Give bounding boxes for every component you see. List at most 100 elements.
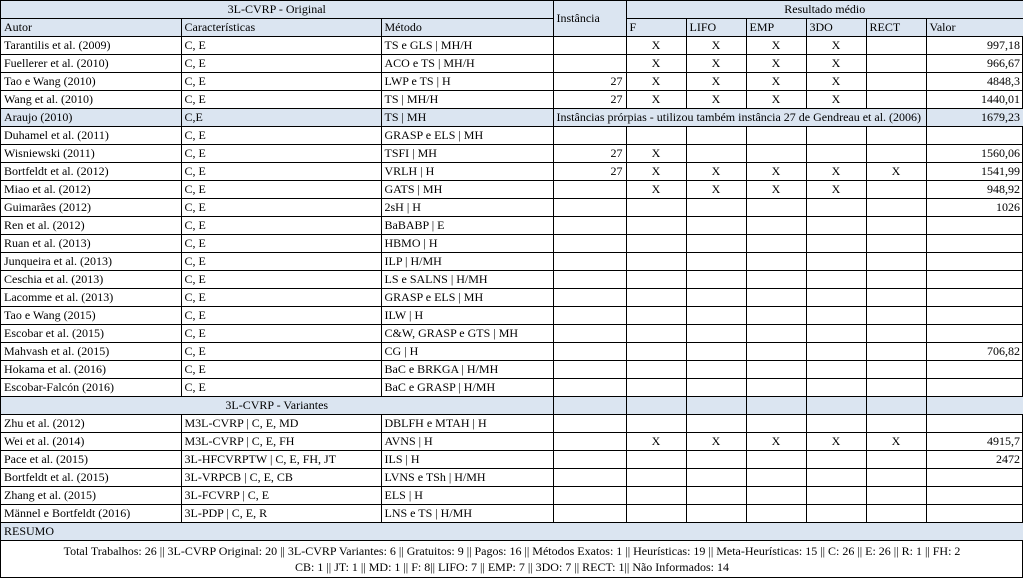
cell-rect: [866, 145, 926, 163]
cell-autor: Bortfeldt et al. (2012): [1, 163, 181, 181]
cell-valor: 4848,3: [926, 73, 1023, 91]
cell-emp: [746, 379, 806, 397]
cell-autor: Araujo (2010): [1, 109, 181, 127]
cell-tdo: [806, 451, 866, 469]
cell-metodo: VRLH | H: [381, 163, 553, 181]
table-row: Zhang et al. (2015)3L-FCVRP | C, EELS | …: [1, 487, 1023, 505]
cell-f: X: [626, 433, 686, 451]
cell-lifo: [686, 235, 746, 253]
cell-tdo: [806, 127, 866, 145]
cell-rect: [866, 217, 926, 235]
cell-caracteristicas: C, E: [181, 55, 381, 73]
cell-rect: [866, 271, 926, 289]
cell-instancia: [553, 289, 626, 307]
cell-f: [626, 505, 686, 523]
cell-metodo: GATS | MH: [381, 181, 553, 199]
cell-lifo: [686, 379, 746, 397]
cell-instancia: [553, 37, 626, 55]
cell-autor: Ren et al. (2012): [1, 217, 181, 235]
cell-caracteristicas: C, E: [181, 199, 381, 217]
table-row: Männel e Bortfeldt (2016)3L-PDP | C, E, …: [1, 505, 1023, 523]
column-header-row: Autor Características Método F LIFO EMP …: [1, 19, 1023, 37]
table-row: Tarantilis et al. (2009)C, ETS e GLS | M…: [1, 37, 1023, 55]
cell-instancia: [553, 361, 626, 379]
cell-instancia: [553, 235, 626, 253]
cell-rect: [866, 199, 926, 217]
cell-valor: 706,82: [926, 343, 1023, 361]
cell-lifo: [686, 487, 746, 505]
cell-lifo: [686, 451, 746, 469]
table-row: Tao e Wang (2015)C, EILW | H: [1, 307, 1023, 325]
cell-valor: [926, 361, 1023, 379]
cell-autor: Bortfeldt et al. (2015): [1, 469, 181, 487]
cell-autor: Männel e Bortfeldt (2016): [1, 505, 181, 523]
cell-emp: [746, 505, 806, 523]
table-row: Mahvash et al. (2015)C, ECG | H706,82: [1, 343, 1023, 361]
cell-rect: [866, 91, 926, 109]
cell-lifo: [686, 361, 746, 379]
cell-instancia: [553, 505, 626, 523]
cell-emp: [746, 325, 806, 343]
cell-caracteristicas: C, E: [181, 235, 381, 253]
cell-emp: [746, 145, 806, 163]
cell-lifo: [686, 217, 746, 235]
cell-emp: [746, 127, 806, 145]
cell-valor: [926, 307, 1023, 325]
table-row: Araujo (2010)C,ETS | MHInstâncias prórpi…: [1, 109, 1023, 127]
cell-metodo: LS e SALNS | H/MH: [381, 271, 553, 289]
resumo-row: RESUMO: [1, 523, 1023, 541]
cell-caracteristicas: C, E: [181, 379, 381, 397]
cell-emp: [746, 307, 806, 325]
cell-emp: [746, 451, 806, 469]
cell-valor: 1679,23: [926, 109, 1023, 127]
cell-emp: [746, 235, 806, 253]
cell-lifo: [686, 415, 746, 433]
cell-autor: Escobar et al. (2015): [1, 325, 181, 343]
cell-emp: [746, 253, 806, 271]
cell-rect: [866, 307, 926, 325]
table-row: Zhu et al. (2012)M3L-CVRP | C, E, MDDBLF…: [1, 415, 1023, 433]
table-row: Ren et al. (2012)C, EBaBABP | E: [1, 217, 1023, 235]
cell-rect: [866, 487, 926, 505]
cell-rect: X: [866, 163, 926, 181]
cell-instancia: 27: [553, 163, 626, 181]
cell-valor: 1440,01: [926, 91, 1023, 109]
cell-lifo: [686, 307, 746, 325]
cell-autor: Mahvash et al. (2015): [1, 343, 181, 361]
cell-valor: [926, 415, 1023, 433]
cell-caracteristicas: C, E: [181, 145, 381, 163]
cell-tdo: [806, 271, 866, 289]
table-row: Lacomme et al. (2013)C, EGRASP e ELS | M…: [1, 289, 1023, 307]
cell-metodo: ELS | H: [381, 487, 553, 505]
cell-f: [626, 307, 686, 325]
cell-caracteristicas: 3L-HFCVRPTW | C, E, FH, JT: [181, 451, 381, 469]
cell-tdo: X: [806, 91, 866, 109]
cell-tdo: [806, 505, 866, 523]
cell-f: X: [626, 145, 686, 163]
section-variantes-title: 3L-CVRP - Variantes: [1, 397, 553, 415]
cell-valor: [926, 217, 1023, 235]
cell-emp: X: [746, 55, 806, 73]
cell-tdo: X: [806, 433, 866, 451]
cell-metodo: LNS e TS | H/MH: [381, 505, 553, 523]
cell-f: [626, 235, 686, 253]
cell-autor: Duhamel et al. (2011): [1, 127, 181, 145]
table-row: Wang et al. (2010)C, ETS | MH/H27XXXX144…: [1, 91, 1023, 109]
table-row: Escobar-Falcón (2016)C, EBaC e GRASP | H…: [1, 379, 1023, 397]
cell-f: [626, 379, 686, 397]
cell-metodo: HBMO | H: [381, 235, 553, 253]
cell-valor: [926, 127, 1023, 145]
cell-autor: Tao e Wang (2010): [1, 73, 181, 91]
cell-lifo: X: [686, 91, 746, 109]
cell-emp: X: [746, 163, 806, 181]
table-container: 3L-CVRP - Original Instância Resultado m…: [0, 0, 1023, 578]
cell-metodo: LVNS e TSh | H/MH: [381, 469, 553, 487]
cell-rect: [866, 289, 926, 307]
data-table: 3L-CVRP - Original Instância Resultado m…: [1, 1, 1023, 577]
cell-valor: 966,67: [926, 55, 1023, 73]
cell-rect: [866, 253, 926, 271]
cell-emp: [746, 199, 806, 217]
cell-metodo: ILW | H: [381, 307, 553, 325]
cell-tdo: [806, 343, 866, 361]
summary-line-2: CB: 1 || JT: 1 || MD: 1 || F: 8|| LIFO: …: [5, 559, 1019, 575]
